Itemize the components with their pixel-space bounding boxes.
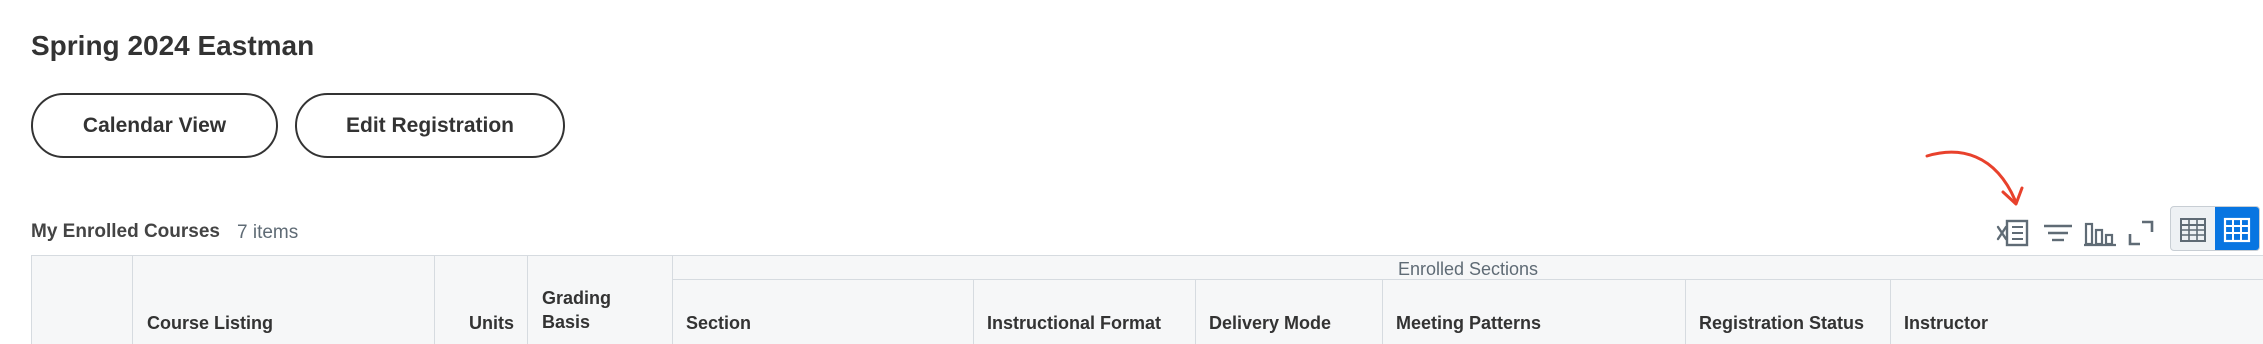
grid-view-icon	[2223, 217, 2251, 242]
column-header-registration-status[interactable]: Registration Status	[1699, 311, 1864, 335]
annotation-arrow-icon	[1925, 150, 2024, 206]
calendar-view-button[interactable]: Calendar View	[31, 93, 278, 158]
column-header-units[interactable]: Units	[434, 311, 514, 335]
column-header-section[interactable]: Section	[686, 311, 751, 335]
chart-icon[interactable]	[2081, 214, 2119, 252]
column-header-course-listing[interactable]: Course Listing	[147, 311, 273, 335]
column-header-grading-basis[interactable]: Grading Basis	[542, 286, 611, 334]
column-header-delivery-mode[interactable]: Delivery Mode	[1209, 311, 1331, 335]
table-view-icon	[2180, 217, 2206, 242]
filter-icon[interactable]	[2039, 214, 2077, 252]
export-to-excel-icon[interactable]	[1994, 214, 2032, 252]
column-header-meeting-patterns[interactable]: Meeting Patterns	[1396, 311, 1541, 335]
view-toggle	[2170, 206, 2260, 251]
grading-basis-label-line1: Grading	[542, 288, 612, 308]
group-header-enrolled-sections: Enrolled Sections	[1397, 259, 1539, 279]
page: Spring 2024 Eastman Calendar View Edit R…	[0, 0, 2263, 344]
column-header-instructional-format[interactable]: Instructional Format	[987, 311, 1161, 335]
table-view-button[interactable]	[2171, 207, 2215, 250]
grid-view-button[interactable]	[2215, 207, 2259, 250]
section-title: My Enrolled Courses	[31, 221, 220, 242]
column-header-instructor[interactable]: Instructor	[1904, 311, 1988, 335]
fullscreen-icon[interactable]	[2122, 214, 2160, 252]
enrolled-courses-table: Enrolled Sections Course Listing Units G…	[31, 255, 2263, 344]
grading-basis-label-line2: Basis	[542, 312, 591, 332]
page-title: Spring 2024 Eastman	[31, 30, 315, 61]
edit-registration-button[interactable]: Edit Registration	[295, 93, 565, 158]
items-count: 7 items	[237, 222, 299, 243]
